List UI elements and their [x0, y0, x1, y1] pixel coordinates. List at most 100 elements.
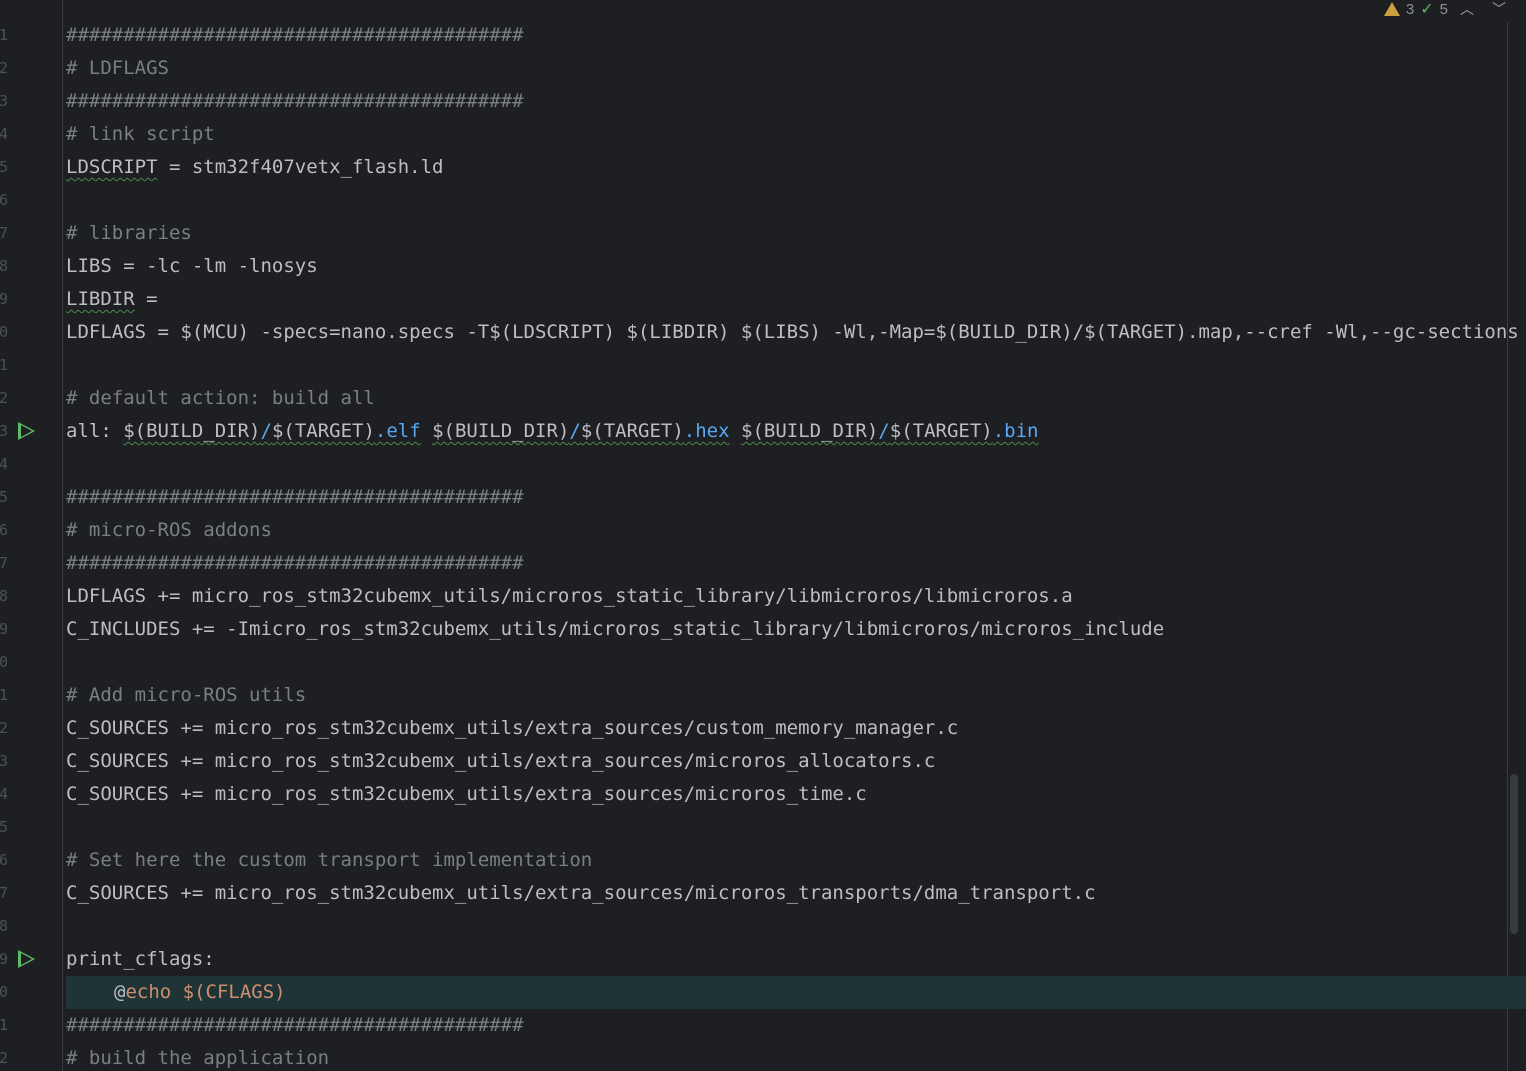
- code-lines: 1 ######################################…: [0, 19, 1526, 1071]
- run-target-icon[interactable]: [18, 950, 35, 968]
- variable-name: LIBDIR: [66, 288, 135, 310]
- code-text: LDFLAGS = $(MCU) -specs=nano.specs -T$(L…: [66, 321, 1519, 343]
- line-number: 0: [0, 653, 8, 671]
- line-number: 5: [0, 818, 8, 836]
- code-text: print_cflags:: [66, 948, 215, 970]
- code-line: 3 all: $(BUILD_DIR)/$(TARGET).elf $(BUIL…: [0, 415, 1526, 448]
- code-line: 5 LDSCRIPT = stm32f407vetx_flash.ld: [0, 151, 1526, 184]
- code-line: 8: [0, 910, 1526, 943]
- code-line: 2 # LDFLAGS: [0, 52, 1526, 85]
- code-line: 1 # Add micro-ROS utils: [0, 679, 1526, 712]
- code-text: # LDFLAGS: [66, 57, 169, 79]
- code-line: 1: [0, 349, 1526, 382]
- line-number: 6: [0, 191, 8, 209]
- code-fragment: echo: [125, 981, 172, 1003]
- code-text: # Set here the custom transport implemen…: [66, 849, 593, 871]
- code-line: 0: [0, 646, 1526, 679]
- prerequisite: $(BUILD_DIR)/$(TARGET).elf: [123, 420, 420, 442]
- line-number: 4: [0, 125, 8, 143]
- code-text: # default action: build all: [66, 387, 375, 409]
- code-line: 4 # link script: [0, 118, 1526, 151]
- code-line: 9 C_INCLUDES += -Imicro_ros_stm32cubemx_…: [0, 613, 1526, 646]
- line-number: 3: [0, 92, 8, 110]
- line-number: 9: [0, 620, 8, 638]
- code-fragment: $(BUILD_DIR): [432, 420, 570, 442]
- line-number: 8: [0, 257, 8, 275]
- line-number: 1: [0, 1016, 8, 1034]
- line-number: 8: [0, 917, 8, 935]
- code-text: C_SOURCES += micro_ros_stm32cubemx_utils…: [66, 783, 867, 805]
- target-name: all:: [66, 420, 124, 442]
- line-number: 6: [0, 851, 8, 869]
- code-line: 5: [0, 811, 1526, 844]
- code-text: ########################################: [66, 486, 524, 508]
- code-line: 1 ######################################…: [0, 19, 1526, 52]
- code-fragment: .hex: [683, 420, 730, 442]
- code-text: C_SOURCES += micro_ros_stm32cubemx_utils…: [66, 717, 959, 739]
- code-line: 0 LDFLAGS = $(MCU) -specs=nano.specs -T$…: [0, 316, 1526, 349]
- line-number: 9: [0, 950, 8, 968]
- line-number: 9: [0, 290, 8, 308]
- code-fragment: @: [114, 981, 126, 1003]
- code-line: 6 # Set here the custom transport implem…: [0, 844, 1526, 877]
- code-line: 8 LIBS = -lc -lm -lnosys: [0, 250, 1526, 283]
- warning-icon: [1383, 2, 1400, 16]
- code-line: 8 LDFLAGS += micro_ros_stm32cubemx_utils…: [0, 580, 1526, 613]
- line-number: 2: [0, 719, 8, 737]
- line-number: 1: [0, 686, 8, 704]
- code-line: 9 LIBDIR =: [0, 283, 1526, 316]
- line-number: 4: [0, 785, 8, 803]
- line-number: 3: [0, 422, 8, 440]
- code-text: LIBDIR =: [66, 283, 158, 316]
- variable-name: LDSCRIPT: [66, 156, 158, 178]
- code-line: 7 ######################################…: [0, 547, 1526, 580]
- run-target-icon[interactable]: [18, 422, 35, 440]
- code-text: C_SOURCES += micro_ros_stm32cubemx_utils…: [66, 882, 1096, 904]
- line-number: 7: [0, 884, 8, 902]
- code-text: LDFLAGS += micro_ros_stm32cubemx_utils/m…: [66, 585, 1073, 607]
- line-number: 0: [0, 323, 8, 341]
- code-text: LIBS = -lc -lm -lnosys: [66, 255, 318, 277]
- code-line: 4 C_SOURCES += micro_ros_stm32cubemx_uti…: [0, 778, 1526, 811]
- code-text: ########################################: [66, 24, 524, 46]
- line-number: 0: [0, 983, 8, 1001]
- line-number: 1: [0, 26, 8, 44]
- code-text: all: $(BUILD_DIR)/$(TARGET).elf $(BUILD_…: [66, 415, 1038, 448]
- code-line: 6 # micro-ROS addons: [0, 514, 1526, 547]
- code-line: 7 # libraries: [0, 217, 1526, 250]
- code-line: 2 C_SOURCES += micro_ros_stm32cubemx_uti…: [0, 712, 1526, 745]
- chevron-up-icon[interactable]: ︿: [1454, 0, 1480, 19]
- code-text: ########################################: [66, 1014, 524, 1036]
- code-text: @echo $(CFLAGS): [114, 976, 286, 1009]
- prerequisite: $(BUILD_DIR)/$(TARGET).bin: [741, 420, 1038, 442]
- code-line: 7 C_SOURCES += micro_ros_stm32cubemx_uti…: [0, 877, 1526, 910]
- code-line: 2 # build the application: [0, 1042, 1526, 1071]
- code-text: # link script: [66, 123, 215, 145]
- warning-count: 3: [1405, 0, 1415, 18]
- inspection-widget[interactable]: 3 ✓ 5 ︿ ﹀: [1383, 0, 1512, 19]
- line-number: 7: [0, 554, 8, 572]
- code-fragment: =: [134, 288, 158, 310]
- code-fragment: /: [878, 420, 890, 442]
- chevron-down-icon[interactable]: ﹀: [1486, 0, 1512, 19]
- code-line: 9 print_cflags:: [0, 943, 1526, 976]
- code-text: C_SOURCES += micro_ros_stm32cubemx_utils…: [66, 750, 936, 772]
- code-fragment: $(CFLAGS): [171, 981, 286, 1003]
- code-line: 3 C_SOURCES += micro_ros_stm32cubemx_uti…: [0, 745, 1526, 778]
- code-fragment: .elf: [374, 420, 421, 442]
- code-text: C_INCLUDES += -Imicro_ros_stm32cubemx_ut…: [66, 618, 1165, 640]
- line-number: 5: [0, 488, 8, 506]
- line-number: 2: [0, 59, 8, 77]
- current-code-line: 0 @echo $(CFLAGS): [0, 976, 1526, 1009]
- code-line: 3 ######################################…: [0, 85, 1526, 118]
- code-fragment: $(BUILD_DIR): [123, 420, 261, 442]
- code-editor[interactable]: 3 ✓ 5 ︿ ﹀ 1 ############################…: [0, 0, 1526, 1071]
- prerequisite: $(BUILD_DIR)/$(TARGET).hex: [432, 420, 729, 442]
- code-fragment: $(TARGET): [271, 420, 375, 442]
- code-fragment: .bin: [992, 420, 1039, 442]
- check-count: 5: [1439, 0, 1448, 18]
- code-fragment: $(TARGET): [889, 420, 993, 442]
- line-number: 4: [0, 455, 8, 473]
- code-line: 6: [0, 184, 1526, 217]
- line-number: 2: [0, 1049, 8, 1067]
